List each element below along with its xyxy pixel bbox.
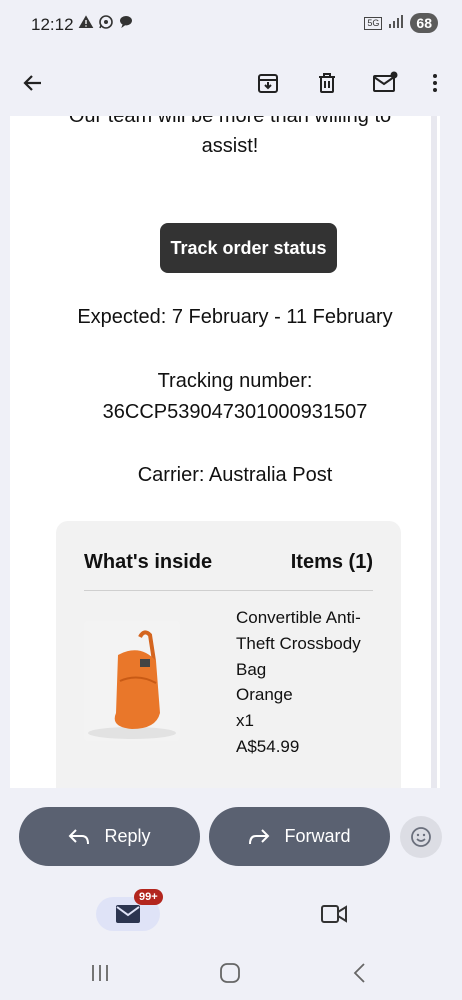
product-name-line1: Convertible Anti-	[236, 608, 361, 627]
unread-badge: 99+	[134, 889, 163, 905]
home-icon	[220, 963, 240, 983]
videocam-icon	[321, 905, 347, 923]
email-toolbar	[0, 50, 462, 116]
home-button[interactable]	[215, 958, 245, 988]
trash-icon	[319, 73, 335, 93]
back-system-button[interactable]	[345, 958, 375, 988]
add-reaction-icon	[411, 827, 431, 847]
tracking-number[interactable]: 36CCP539047301000931507	[30, 401, 440, 424]
warning-icon	[78, 14, 94, 35]
carrier-info: Carrier: Australia Post	[137, 464, 333, 486]
items-count: Items (1)	[290, 551, 373, 573]
recents-button[interactable]	[85, 958, 115, 988]
email-body: Our team will be more than willing to as…	[10, 116, 440, 788]
mail-tab[interactable]: 99+	[96, 889, 163, 931]
archive-icon	[258, 74, 278, 93]
signal-icon	[388, 14, 404, 33]
archive-button[interactable]	[249, 64, 287, 102]
body-text-assist: assist!	[201, 135, 259, 157]
more-options-button[interactable]	[416, 64, 454, 102]
product-details: Convertible Anti- Theft Crossbody Bag Or…	[236, 605, 386, 760]
whats-inside-title: What's inside	[84, 551, 213, 573]
recents-icon	[92, 965, 108, 981]
scrollbar[interactable]	[431, 116, 437, 788]
whats-inside-card: What's inside Items (1) Convertible Anti…	[56, 521, 401, 788]
reply-button[interactable]: Reply	[19, 807, 200, 866]
forward-label: Forward	[284, 826, 351, 846]
system-navigation	[0, 945, 462, 1000]
whatsapp-icon	[98, 14, 114, 35]
reply-label: Reply	[104, 826, 151, 846]
product-color: Orange	[236, 685, 293, 705]
tracking-label: Tracking number:	[157, 370, 313, 392]
battery-indicator: 68	[410, 13, 438, 33]
status-right: 5G 68	[364, 13, 438, 33]
chat-bubble-icon	[118, 14, 134, 35]
product-name-line2: Theft Crossbody	[236, 633, 361, 653]
forward-icon	[249, 828, 270, 844]
more-vert-icon	[433, 74, 437, 92]
notification-icons	[78, 14, 134, 35]
back-chevron-icon	[353, 963, 365, 983]
product-image[interactable]	[84, 621, 180, 741]
product-name-line3: Bag	[236, 659, 267, 679]
product-price: A$54.99	[236, 736, 300, 756]
card-divider	[84, 590, 373, 591]
back-button[interactable]	[14, 64, 52, 102]
delete-button[interactable]	[308, 64, 346, 102]
network-type: 5G	[364, 16, 383, 30]
body-text-cut: Our team will be more than willing to	[68, 116, 392, 127]
meet-tab[interactable]	[317, 897, 351, 931]
track-order-button[interactable]: Track order status	[160, 223, 337, 273]
mail-icon	[116, 905, 140, 923]
expected-delivery: Expected: 7 February - 11 February	[77, 306, 393, 328]
status-time: 12:12	[31, 15, 74, 34]
add-reaction-button[interactable]	[400, 816, 442, 858]
reply-icon	[69, 828, 90, 844]
arrow-back-icon	[23, 75, 41, 91]
mark-unread-icon	[373, 71, 398, 92]
mark-unread-button[interactable]	[366, 64, 404, 102]
forward-button[interactable]: Forward	[209, 807, 390, 866]
bottom-nav: 99+	[0, 885, 462, 945]
status-bar: 12:12 5G 68	[0, 0, 462, 50]
product-quantity: x1	[236, 711, 254, 731]
reply-action-bar: Reply Forward	[0, 788, 462, 885]
